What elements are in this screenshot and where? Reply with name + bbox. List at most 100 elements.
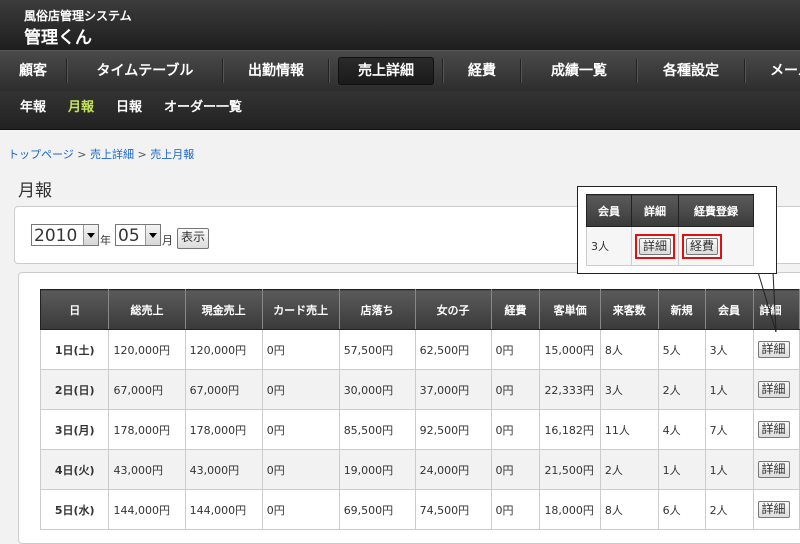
expense-cell: 0円 xyxy=(490,489,541,530)
table-row: 4日(火) 43,000円 43,000円 0円 19,000円 24,000円… xyxy=(39,449,800,490)
subnav-monthly[interactable]: 月報 xyxy=(68,91,94,125)
col-cash-sales: 現金売上 xyxy=(184,289,263,330)
nav-mail[interactable]: メール xyxy=(770,51,800,91)
detail-cell: 詳細 xyxy=(752,449,800,490)
row-day: 3日(月) xyxy=(39,409,110,450)
col-avg-price: 客単価 xyxy=(539,289,601,330)
store-share-cell: 57,500円 xyxy=(338,329,416,370)
callout-col-member: 会員 xyxy=(586,194,632,227)
nav-expenses[interactable]: 経費 xyxy=(444,51,520,91)
member-cell: 7人 xyxy=(704,409,754,450)
card-sales-cell: 0円 xyxy=(261,409,340,450)
visitors-cell: 2人 xyxy=(599,449,659,490)
callout-col-detail: 詳細 xyxy=(631,194,679,227)
avg-price-cell: 16,182円 xyxy=(539,409,601,450)
girl-share-cell: 62,500円 xyxy=(414,329,492,370)
detail-button[interactable]: 詳細 xyxy=(757,421,790,438)
show-button[interactable]: 表示 xyxy=(177,228,210,249)
breadcrumb-top[interactable]: トップページ xyxy=(8,148,74,161)
total-sales-cell: 144,000円 xyxy=(108,489,186,530)
nav-performance[interactable]: 成績一覧 xyxy=(522,51,636,91)
year-unit: 年 xyxy=(100,234,111,247)
subnav-order-list[interactable]: オーダー一覧 xyxy=(164,91,242,125)
cash-sales-cell: 43,000円 xyxy=(184,449,263,490)
monthly-report-table: 日 総売上 現金売上 カード売上 店落ち 女の子 経費 客単価 来客数 新規 会… xyxy=(39,289,800,530)
cash-sales-cell: 120,000円 xyxy=(184,329,263,370)
member-cell: 1人 xyxy=(704,369,754,410)
callout-table: 会員 詳細 経費登録 3人 詳細 経費 xyxy=(586,194,754,266)
callout-zoom: 会員 詳細 経費登録 3人 詳細 経費 xyxy=(577,186,777,274)
store-share-cell: 85,500円 xyxy=(338,409,416,450)
col-girl-share: 女の子 xyxy=(414,289,492,330)
avg-price-cell: 22,333円 xyxy=(539,369,601,410)
total-sales-cell: 67,000円 xyxy=(108,369,186,410)
girl-share-cell: 24,000円 xyxy=(414,449,492,490)
detail-button[interactable]: 詳細 xyxy=(757,381,790,398)
breadcrumb-sales-detail[interactable]: 売上詳細 xyxy=(90,148,134,161)
detail-cell: 詳細 xyxy=(752,489,800,530)
store-share-cell: 19,000円 xyxy=(338,449,416,490)
new-cell: 5人 xyxy=(657,329,706,370)
highlighted-detail-button[interactable]: 詳細 xyxy=(635,233,676,259)
avg-price-cell: 18,000円 xyxy=(539,489,601,530)
callout-col-expense-registration: 経費登録 xyxy=(678,194,754,227)
detail-cell: 詳細 xyxy=(752,409,800,450)
total-sales-cell: 120,000円 xyxy=(108,329,186,370)
nav-customers[interactable]: 顧客 xyxy=(0,51,66,91)
store-share-cell: 69,500円 xyxy=(338,489,416,530)
row-day: 1日(土) xyxy=(39,329,110,370)
month-unit: 月 xyxy=(162,234,173,247)
col-store-share: 店落ち xyxy=(338,289,416,330)
col-day: 日 xyxy=(39,289,110,330)
nav-timetable[interactable]: タイムテーブル xyxy=(68,51,222,91)
subnav-daily[interactable]: 日報 xyxy=(116,91,142,125)
card-sales-cell: 0円 xyxy=(261,369,340,410)
cash-sales-cell: 144,000円 xyxy=(184,489,263,530)
new-cell: 2人 xyxy=(657,369,706,410)
callout-expense-cell: 経費 xyxy=(678,226,754,266)
detail-button[interactable]: 詳細 xyxy=(757,501,790,518)
col-visitors: 来客数 xyxy=(599,289,659,330)
table-row: 1日(土) 120,000円 120,000円 0円 57,500円 62,50… xyxy=(39,329,800,370)
subnav-yearly[interactable]: 年報 xyxy=(20,91,46,125)
card-sales-cell: 0円 xyxy=(261,489,340,530)
detail-cell: 詳細 xyxy=(752,329,800,370)
row-day: 5日(水) xyxy=(39,489,110,530)
nav-attendance[interactable]: 出勤情報 xyxy=(224,51,328,91)
detail-button[interactable]: 詳細 xyxy=(757,461,790,478)
table-header-row: 日 総売上 現金売上 カード売上 店落ち 女の子 経費 客単価 来客数 新規 会… xyxy=(39,289,800,330)
new-cell: 6人 xyxy=(657,489,706,530)
expense-cell: 0円 xyxy=(490,449,541,490)
avg-price-cell: 15,000円 xyxy=(539,329,601,370)
girl-share-cell: 74,500円 xyxy=(414,489,492,530)
row-day: 2日(日) xyxy=(39,369,110,410)
nav-settings[interactable]: 各種設定 xyxy=(638,51,744,91)
chevron-down-icon[interactable] xyxy=(83,225,98,245)
year-select[interactable]: 2010 xyxy=(31,224,99,246)
card-sales-cell: 0円 xyxy=(261,329,340,370)
card-sales-cell: 0円 xyxy=(261,449,340,490)
col-card-sales: カード売上 xyxy=(261,289,340,330)
cash-sales-cell: 178,000円 xyxy=(184,409,263,450)
visitors-cell: 8人 xyxy=(599,329,659,370)
main-nav: 顧客 タイムテーブル 出勤情報 売上詳細 経費 成績一覧 各種設定 メール xyxy=(0,50,800,92)
detail-button[interactable]: 詳細 xyxy=(757,341,790,358)
total-sales-cell: 178,000円 xyxy=(108,409,186,450)
expense-cell: 0円 xyxy=(490,369,541,410)
visitors-cell: 8人 xyxy=(599,489,659,530)
member-cell: 1人 xyxy=(704,449,754,490)
nav-sales-detail[interactable]: 売上詳細 xyxy=(338,57,434,85)
chevron-down-icon[interactable] xyxy=(145,225,160,245)
avg-price-cell: 21,500円 xyxy=(539,449,601,490)
new-cell: 1人 xyxy=(657,449,706,490)
member-cell: 2人 xyxy=(704,489,754,530)
row-day: 4日(火) xyxy=(39,449,110,490)
col-expense: 経費 xyxy=(490,289,541,330)
highlighted-expense-button[interactable]: 経費 xyxy=(682,233,723,259)
cash-sales-cell: 67,000円 xyxy=(184,369,263,410)
breadcrumb: トップページ > 売上詳細 > 売上月報 xyxy=(8,148,195,161)
member-cell: 3人 xyxy=(704,329,754,370)
breadcrumb-sales-monthly[interactable]: 売上月報 xyxy=(150,148,194,161)
month-select[interactable]: 05 xyxy=(115,224,161,246)
girl-share-cell: 37,000円 xyxy=(414,369,492,410)
